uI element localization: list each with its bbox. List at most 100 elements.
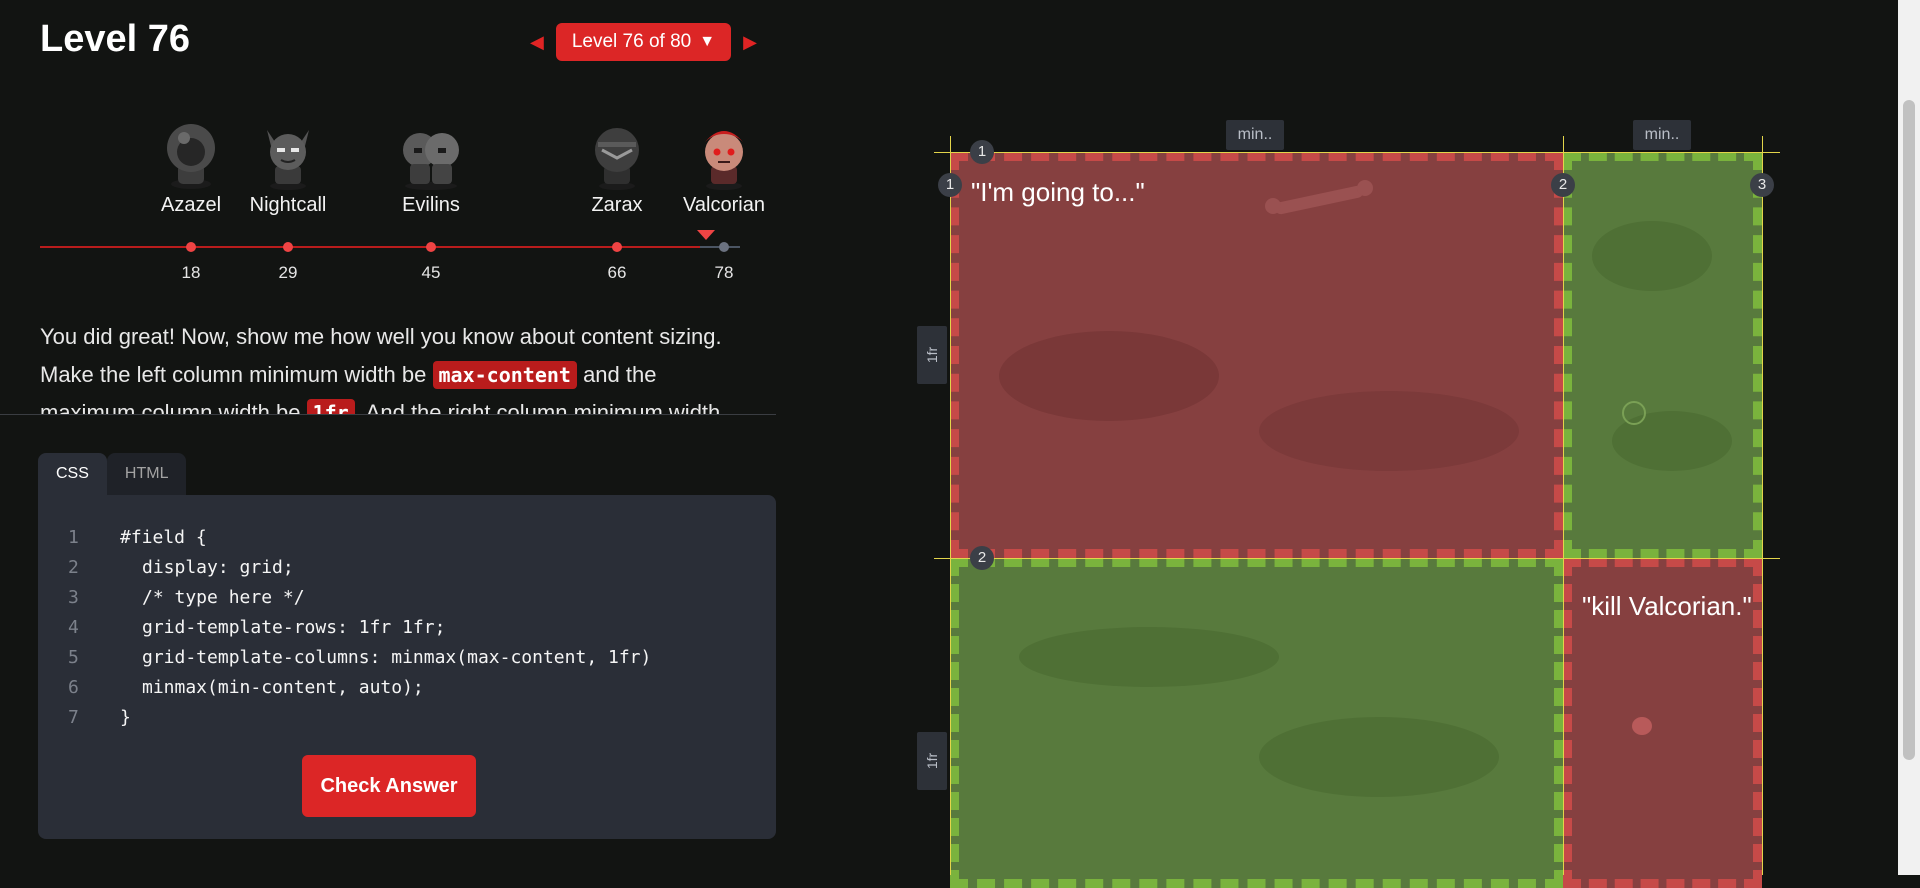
rock-icon — [1632, 717, 1652, 735]
progress-line — [40, 246, 740, 248]
css-editor[interactable]: 1 #field { 2 display: grid; 3 /* type here */… — [38, 495, 776, 839]
progress-dot — [283, 242, 293, 252]
azazel-avatar-icon — [167, 124, 215, 189]
line-number: 2 — [68, 557, 79, 578]
ground-blotch — [1259, 717, 1499, 797]
level-select-dropdown[interactable]: Level 76 of 80 ▼ — [555, 23, 732, 61]
column-line-number: 2 — [1551, 173, 1575, 197]
cell-speech-text: "I'm going to..." — [971, 177, 1145, 207]
line-number: 4 — [68, 617, 79, 638]
instruction-line: You did great! Now, show me how well you… — [40, 324, 722, 349]
boss-nightcall[interactable]: Nightcall — [228, 120, 348, 217]
previous-level-icon[interactable]: ◀ — [530, 33, 544, 51]
code-chip-1fr: 1fr — [306, 399, 355, 414]
code-chip-max-content: max-content — [432, 361, 577, 389]
grid-line-column — [1762, 136, 1763, 875]
panel-divider — [0, 414, 776, 415]
ground-blotch — [1259, 391, 1519, 471]
chevron-down-icon: ▼ — [699, 33, 716, 50]
evilins-avatar-icon — [403, 133, 459, 190]
cell-speech-text: "kill Valcorian." — [1582, 591, 1752, 621]
boss-evilins[interactable]: Evilins — [371, 120, 491, 217]
level-select-label: Level 76 of 80 — [571, 31, 692, 52]
column-line-number: 3 — [1750, 173, 1774, 197]
code-text[interactable]: grid-template-rows: 1fr 1fr; — [98, 613, 445, 643]
instruction-text: and the — [576, 362, 657, 387]
code-line[interactable]: 5 grid-template-columns: minmax(max-conte… — [68, 643, 651, 673]
column-size-label: min.. — [1633, 120, 1691, 150]
code-text[interactable]: minmax(min-content, auto); — [98, 673, 424, 703]
tab-css[interactable]: CSS — [38, 453, 107, 495]
row-size-text: 1fr — [924, 346, 940, 364]
code-text[interactable]: /* type here */ — [98, 583, 305, 613]
level-instructions: You did great! Now, show me how well you… — [40, 318, 760, 414]
boss-zarax[interactable]: Zarax — [557, 120, 677, 217]
next-level-icon[interactable]: ▶ — [743, 33, 757, 51]
instructions-panel: Level 76 ◀ Level 76 of 80 ▼ ▶ Azazel Nig… — [0, 0, 776, 875]
nightcall-avatar-icon — [267, 130, 309, 190]
line-number: 5 — [68, 647, 79, 668]
progress-dot-current — [719, 242, 729, 252]
row-line-number: 1 — [970, 140, 994, 164]
grid-line-row — [934, 152, 1780, 153]
ground-blotch — [1592, 221, 1712, 291]
ground-blotch — [1019, 627, 1279, 687]
boss-name: Evilins — [402, 194, 460, 216]
line-number: 7 — [68, 707, 79, 728]
row-size-text: 1fr — [924, 752, 940, 770]
line-number: 1 — [68, 527, 79, 548]
ground-blotch — [999, 331, 1219, 421]
row-line-number: 2 — [970, 546, 994, 570]
boss-name: Nightcall — [249, 194, 327, 216]
code-line[interactable]: 7} — [68, 703, 651, 733]
current-level-marker-icon — [697, 230, 715, 240]
instruction-text: maximum column width be — [40, 400, 307, 414]
code-text[interactable]: } — [98, 703, 131, 733]
column-size-label: min.. — [1226, 120, 1284, 150]
boss-name: Zarax — [591, 194, 643, 216]
boss-level-number: 66 — [607, 263, 627, 282]
boss-level-number: 78 — [714, 263, 734, 282]
column-line-number: 1 — [938, 173, 962, 197]
code-line[interactable]: 2 display: grid; — [68, 553, 651, 583]
level-navigation: ◀ Level 76 of 80 ▼ ▶ — [530, 23, 757, 61]
instruction-text: Make the left column minimum width be — [40, 362, 433, 387]
instruction-line: Make the left column minimum width be ma… — [40, 356, 760, 394]
boss-level-number: 45 — [421, 263, 441, 282]
grid-line-row — [934, 558, 1780, 559]
progress-dot — [186, 242, 196, 252]
editor-tabs: CSS HTML — [38, 453, 187, 495]
code-line[interactable]: 3 /* type here */ — [68, 583, 651, 613]
row-size-label: 1fr — [917, 732, 947, 790]
code-text[interactable]: grid-template-columns: minmax(max-conten… — [98, 643, 651, 673]
page-scrollbar[interactable] — [1898, 0, 1920, 875]
boss-name: Valcorian — [683, 194, 765, 216]
grid-cell-safe — [950, 558, 1563, 888]
pebble-icon — [1622, 401, 1646, 425]
boss-valcorian[interactable]: Valcorian — [664, 120, 784, 217]
line-number: 6 — [68, 677, 79, 698]
check-answer-button[interactable]: Check Answer — [302, 755, 476, 817]
code-lines[interactable]: 1 #field { 2 display: grid; 3 /* type here */… — [68, 523, 651, 733]
page-title: Level 76 — [40, 18, 190, 60]
instruction-line: maximum column width be 1fr. And the rig… — [40, 394, 760, 414]
boss-level-number: 18 — [181, 263, 201, 282]
valcorian-avatar-icon — [705, 131, 743, 190]
code-line[interactable]: 4 grid-template-rows: 1fr 1fr; — [68, 613, 651, 643]
scrollbar-thumb[interactable] — [1903, 100, 1915, 760]
progress-dot — [426, 242, 436, 252]
instruction-text: . And the right column minimum width — [354, 400, 721, 414]
line-number: 3 — [68, 587, 79, 608]
code-line[interactable]: 1 #field { — [68, 523, 651, 553]
code-text[interactable]: #field { — [98, 523, 207, 553]
bone-icon — [1265, 180, 1373, 215]
tab-html[interactable]: HTML — [106, 453, 187, 495]
code-line[interactable]: 6 minmax(min-content, auto); — [68, 673, 651, 703]
zarax-avatar-icon — [595, 128, 639, 190]
progress-dot — [612, 242, 622, 252]
boss-progress-track: Azazel Nightcall Evilins Zarax Valcorian… — [40, 120, 765, 290]
code-text[interactable]: display: grid; — [98, 553, 294, 583]
grid-line-column — [1563, 136, 1564, 875]
grid-line-column — [950, 136, 951, 875]
boss-level-number: 29 — [278, 263, 298, 282]
